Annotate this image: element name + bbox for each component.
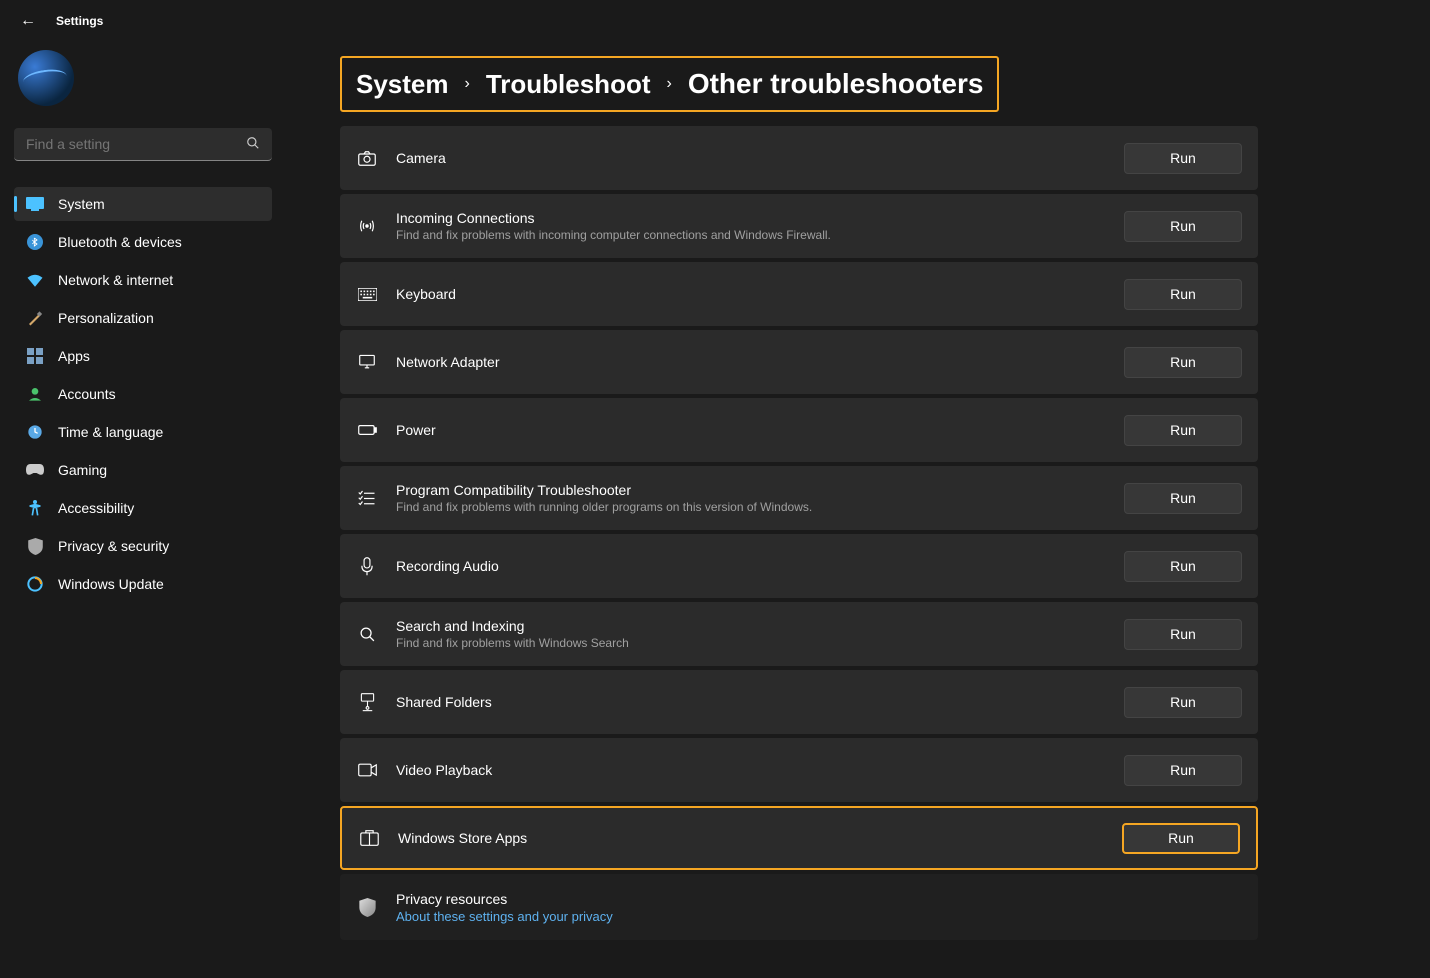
sidebar-item-gaming[interactable]: Gaming: [14, 453, 272, 487]
breadcrumb: System › Troubleshoot › Other troublesho…: [340, 56, 999, 112]
card-title: Privacy resources: [396, 891, 1242, 907]
troubleshooter-card-store-apps: Windows Store Apps Run: [340, 806, 1258, 870]
troubleshooter-card-incoming: Incoming Connections Find and fix proble…: [340, 194, 1258, 258]
camera-icon: [356, 151, 378, 166]
person-icon: [26, 385, 44, 403]
privacy-resources-card: Privacy resources About these settings a…: [340, 874, 1258, 940]
shield-icon: [356, 898, 378, 917]
sidebar-item-label: Personalization: [58, 310, 154, 326]
sidebar-item-system[interactable]: System: [14, 187, 272, 221]
troubleshooter-card-recording-audio: Recording Audio Run: [340, 534, 1258, 598]
troubleshooter-card-network-adapter: Network Adapter Run: [340, 330, 1258, 394]
chevron-right-icon: ›: [667, 75, 672, 93]
sidebar-item-apps[interactable]: Apps: [14, 339, 272, 373]
search-icon: [246, 136, 260, 153]
sidebar-item-time[interactable]: Time & language: [14, 415, 272, 449]
battery-icon: [356, 424, 378, 436]
sidebar-item-label: Accounts: [58, 386, 116, 402]
breadcrumb-troubleshoot[interactable]: Troubleshoot: [486, 69, 651, 100]
back-icon[interactable]: ←: [20, 12, 36, 30]
troubleshooter-card-search: Search and Indexing Find and fix problem…: [340, 602, 1258, 666]
bluetooth-icon: [26, 233, 44, 251]
gamepad-icon: [26, 461, 44, 479]
brush-icon: [26, 309, 44, 327]
privacy-link[interactable]: About these settings and your privacy: [396, 909, 1242, 924]
avatar[interactable]: [18, 50, 74, 106]
system-icon: [26, 195, 44, 213]
card-title: Network Adapter: [396, 354, 1106, 370]
run-button[interactable]: Run: [1122, 823, 1240, 854]
troubleshooter-card-shared-folders: Shared Folders Run: [340, 670, 1258, 734]
card-title: Program Compatibility Troubleshooter: [396, 482, 1106, 498]
run-button[interactable]: Run: [1124, 143, 1242, 174]
breadcrumb-system[interactable]: System: [356, 69, 449, 100]
microphone-icon: [356, 557, 378, 576]
main-content: System › Troubleshoot › Other troublesho…: [300, 38, 1430, 978]
update-icon: [26, 575, 44, 593]
card-subtitle: Find and fix problems with Windows Searc…: [396, 636, 1106, 650]
card-title: Windows Store Apps: [398, 830, 1104, 846]
sidebar-item-personalization[interactable]: Personalization: [14, 301, 272, 335]
search-input[interactable]: [14, 128, 272, 161]
sidebar-item-label: Windows Update: [58, 576, 164, 592]
troubleshooter-card-video: Video Playback Run: [340, 738, 1258, 802]
sidebar-item-label: System: [58, 196, 105, 212]
troubleshooter-card-power: Power Run: [340, 398, 1258, 462]
run-button[interactable]: Run: [1124, 279, 1242, 310]
video-icon: [356, 763, 378, 777]
run-button[interactable]: Run: [1124, 687, 1242, 718]
sidebar-item-label: Accessibility: [58, 500, 134, 516]
run-button[interactable]: Run: [1124, 347, 1242, 378]
accessibility-icon: [26, 499, 44, 517]
sidebar-item-label: Apps: [58, 348, 90, 364]
troubleshooter-card-keyboard: Keyboard Run: [340, 262, 1258, 326]
card-title: Recording Audio: [396, 558, 1106, 574]
keyboard-icon: [356, 288, 378, 301]
sidebar-item-update[interactable]: Windows Update: [14, 567, 272, 601]
shield-icon: [26, 537, 44, 555]
sidebar-item-accounts[interactable]: Accounts: [14, 377, 272, 411]
monitor-icon: [356, 354, 378, 370]
troubleshooter-card-compat: Program Compatibility Troubleshooter Fin…: [340, 466, 1258, 530]
list-check-icon: [356, 490, 378, 507]
run-button[interactable]: Run: [1124, 619, 1242, 650]
card-title: Search and Indexing: [396, 618, 1106, 634]
run-button[interactable]: Run: [1124, 415, 1242, 446]
apps-icon: [26, 347, 44, 365]
chevron-right-icon: ›: [465, 75, 470, 93]
breadcrumb-current: Other troubleshooters: [688, 68, 984, 100]
folder-network-icon: [356, 693, 378, 712]
run-button[interactable]: Run: [1124, 483, 1242, 514]
wifi-icon: [26, 271, 44, 289]
card-title: Camera: [396, 150, 1106, 166]
window-title: Settings: [56, 14, 103, 28]
sidebar-item-label: Network & internet: [58, 272, 173, 288]
sidebar-item-network[interactable]: Network & internet: [14, 263, 272, 297]
sidebar-item-privacy[interactable]: Privacy & security: [14, 529, 272, 563]
search-icon: [356, 626, 378, 643]
card-subtitle: Find and fix problems with incoming comp…: [396, 228, 1106, 242]
sidebar-item-label: Time & language: [58, 424, 163, 440]
sidebar-item-label: Bluetooth & devices: [58, 234, 182, 250]
antenna-icon: [356, 217, 378, 235]
store-icon: [358, 830, 380, 846]
card-subtitle: Find and fix problems with running older…: [396, 500, 1106, 514]
clock-icon: [26, 423, 44, 441]
titlebar: ← Settings: [0, 0, 1430, 38]
card-title: Power: [396, 422, 1106, 438]
sidebar-item-label: Gaming: [58, 462, 107, 478]
sidebar-item-accessibility[interactable]: Accessibility: [14, 491, 272, 525]
run-button[interactable]: Run: [1124, 755, 1242, 786]
troubleshooter-card-camera: Camera Run: [340, 126, 1258, 190]
sidebar: System Bluetooth & devices Network & int…: [0, 38, 300, 978]
card-title: Shared Folders: [396, 694, 1106, 710]
card-title: Incoming Connections: [396, 210, 1106, 226]
card-title: Keyboard: [396, 286, 1106, 302]
card-title: Video Playback: [396, 762, 1106, 778]
sidebar-item-bluetooth[interactable]: Bluetooth & devices: [14, 225, 272, 259]
run-button[interactable]: Run: [1124, 211, 1242, 242]
run-button[interactable]: Run: [1124, 551, 1242, 582]
sidebar-item-label: Privacy & security: [58, 538, 169, 554]
